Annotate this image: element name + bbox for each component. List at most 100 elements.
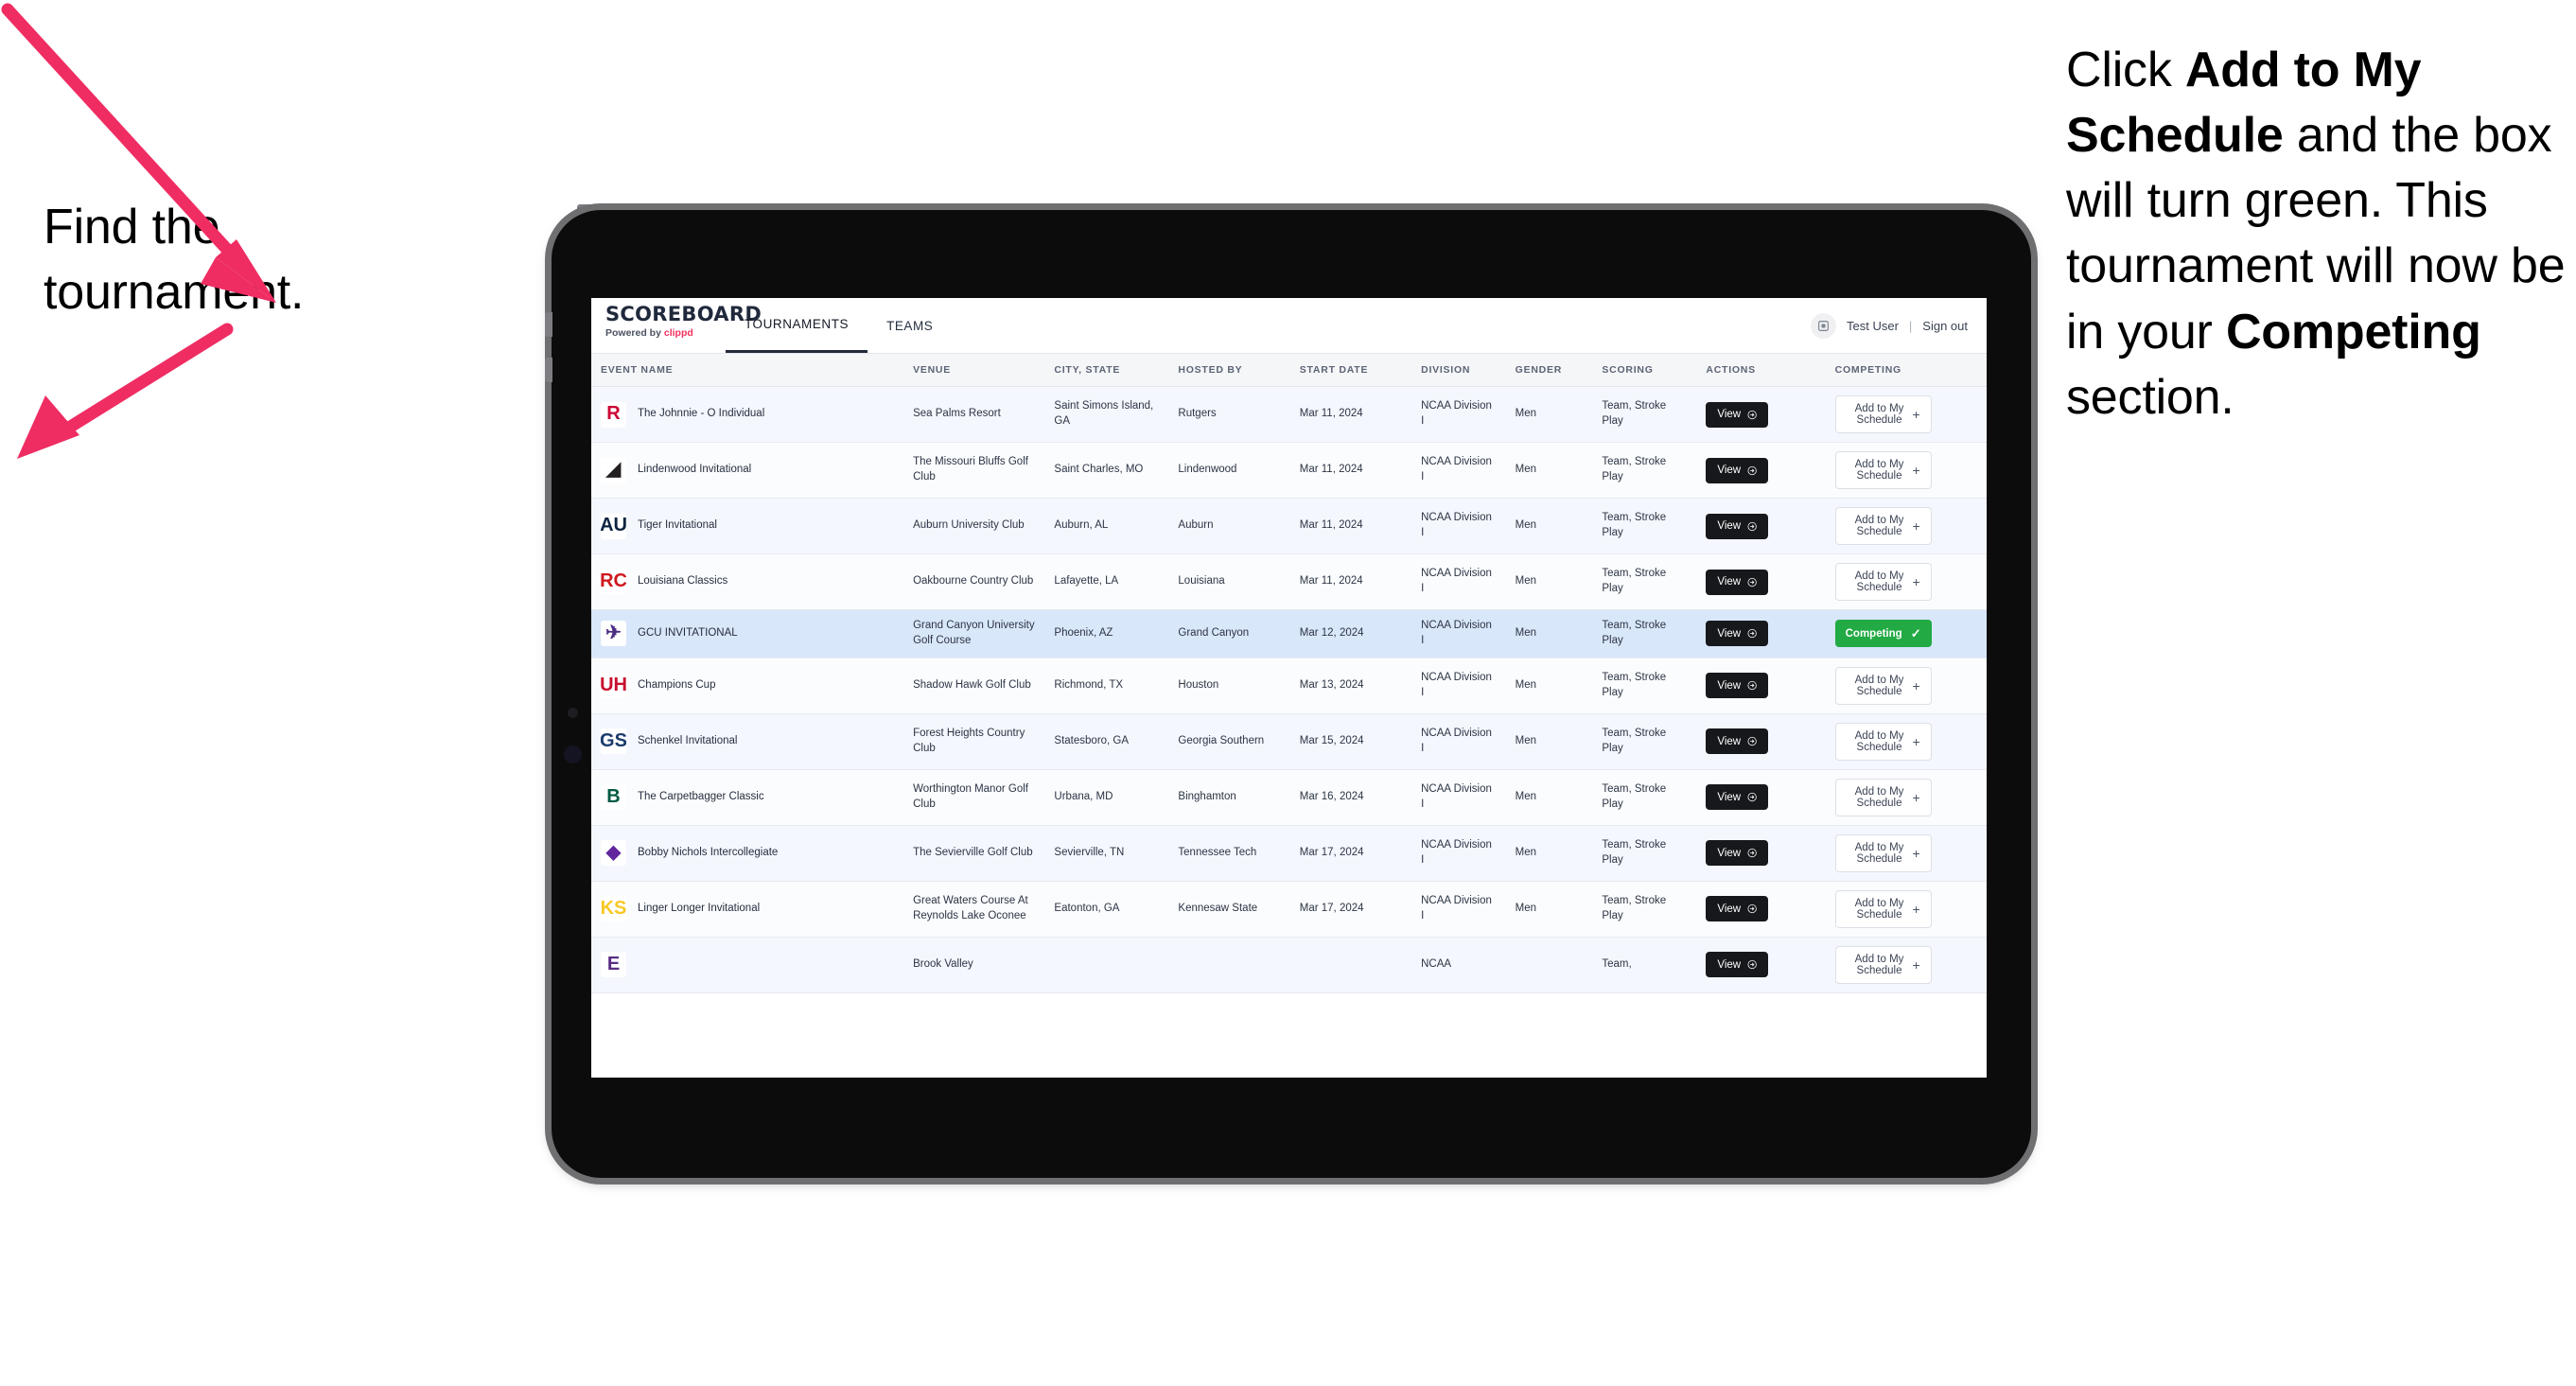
cell-start-date: Mar 11, 2024 bbox=[1289, 498, 1412, 554]
event-name-label: Lindenwood Invitational bbox=[638, 464, 752, 476]
add-to-my-schedule-button[interactable]: Add to My Schedule + bbox=[1834, 833, 1932, 872]
arrow-right-circle-icon bbox=[1747, 465, 1757, 475]
event-cell: UH Champions Cup bbox=[601, 673, 894, 699]
camera-icon bbox=[564, 746, 582, 763]
view-button[interactable]: View bbox=[1706, 952, 1769, 978]
table-row[interactable]: B The Carpetbagger Classic Worthington Man… bbox=[591, 769, 1987, 826]
cell-hosted-by: Louisiana bbox=[1168, 553, 1290, 610]
view-label: View bbox=[1717, 520, 1742, 532]
avatar[interactable] bbox=[1811, 312, 1836, 339]
view-label: View bbox=[1717, 679, 1742, 692]
cell-division: NCAA Division I bbox=[1411, 825, 1506, 882]
column-header-venue[interactable]: VENUE bbox=[903, 354, 1045, 387]
table-row[interactable]: UH Champions Cup Shadow Hawk Golf Club Rich… bbox=[591, 658, 1987, 714]
column-header-city-state[interactable]: CITY, STATE bbox=[1044, 354, 1169, 387]
view-button[interactable]: View bbox=[1706, 673, 1769, 699]
cell-start-date: Mar 17, 2024 bbox=[1289, 825, 1412, 882]
column-header-division[interactable]: DIVISION bbox=[1411, 354, 1506, 387]
side-button-1[interactable] bbox=[545, 312, 552, 337]
event-name-label: The Johnnie - O Individual bbox=[638, 408, 765, 420]
cell-hosted-by: Kennesaw State bbox=[1168, 881, 1290, 938]
brand-logo[interactable]: SCOREBOARD Powered by clippd bbox=[591, 298, 762, 353]
event-name-label: Tiger Invitational bbox=[638, 519, 717, 532]
annotation-left-line1: Find the bbox=[44, 200, 220, 254]
view-button[interactable]: View bbox=[1706, 728, 1769, 755]
add-to-my-schedule-button[interactable]: Add to My Schedule + bbox=[1834, 507, 1932, 545]
cell-actions: View bbox=[1696, 386, 1826, 443]
view-button[interactable]: View bbox=[1706, 896, 1769, 922]
cell-event-name: RC Louisiana Classics bbox=[591, 553, 904, 610]
cell-city-state bbox=[1044, 937, 1169, 993]
view-button[interactable]: View bbox=[1706, 513, 1769, 539]
column-header-competing: COMPETING bbox=[1825, 354, 1987, 387]
sign-out-link[interactable]: Sign out bbox=[1922, 319, 1968, 333]
team-logo-icon: E bbox=[601, 952, 626, 978]
column-header-scoring[interactable]: SCORING bbox=[1592, 354, 1697, 387]
column-header-hosted-by[interactable]: HOSTED BY bbox=[1168, 354, 1290, 387]
arrow-right-circle-icon bbox=[1747, 410, 1757, 419]
cell-actions: View bbox=[1696, 825, 1826, 882]
cell-event-name: B The Carpetbagger Classic bbox=[591, 769, 904, 826]
view-button[interactable]: View bbox=[1706, 457, 1769, 483]
column-header-start-date[interactable]: START DATE bbox=[1289, 354, 1412, 387]
add-to-my-schedule-button[interactable]: Add to My Schedule + bbox=[1834, 722, 1932, 761]
cell-event-name: ◢ Lindenwood Invitational bbox=[591, 442, 904, 499]
view-label: View bbox=[1717, 627, 1742, 640]
add-to-my-schedule-button[interactable]: Add to My Schedule + bbox=[1834, 889, 1932, 928]
cell-competing: Add to My Schedule + bbox=[1825, 825, 1987, 882]
table-row[interactable]: GS Schenkel Invitational Forest Heights Co… bbox=[591, 713, 1987, 770]
cell-city-state: Richmond, TX bbox=[1044, 658, 1169, 714]
table-row[interactable]: ✈ GCU INVITATIONAL Grand Canyon University… bbox=[591, 609, 1987, 658]
event-name-label: Louisiana Classics bbox=[638, 575, 728, 588]
table-row[interactable]: R The Johnnie - O Individual Sea Palms Res… bbox=[591, 386, 1987, 443]
cell-event-name: R The Johnnie - O Individual bbox=[591, 386, 904, 443]
add-label: Add to My Schedule bbox=[1854, 953, 1904, 976]
add-label: Add to My Schedule bbox=[1854, 403, 1904, 426]
cell-gender: Men bbox=[1505, 881, 1593, 938]
cell-event-name: AU Tiger Invitational bbox=[591, 498, 904, 554]
add-to-my-schedule-button[interactable]: Add to My Schedule + bbox=[1834, 563, 1932, 601]
table-row[interactable]: ◢ Lindenwood Invitational The Missouri Blu… bbox=[591, 442, 1987, 499]
add-to-my-schedule-button[interactable]: Add to My Schedule + bbox=[1834, 451, 1932, 489]
cell-division: NCAA Division I bbox=[1411, 881, 1506, 938]
table-row[interactable]: ◆ Bobby Nichols Intercollegiate The Sevier… bbox=[591, 825, 1987, 882]
view-button[interactable]: View bbox=[1706, 784, 1769, 811]
column-header-event-name[interactable]: EVENT NAME bbox=[591, 354, 904, 387]
table-row[interactable]: AU Tiger Invitational Auburn University Cl… bbox=[591, 498, 1987, 554]
sensor-dot-icon bbox=[568, 708, 578, 718]
cell-venue: The Sevierville Golf Club bbox=[903, 825, 1045, 882]
tab-tournaments[interactable]: TOURNAMENTS bbox=[726, 298, 868, 353]
event-name-label: Champions Cup bbox=[638, 678, 716, 691]
annotation-left-line2: tournament. bbox=[44, 264, 305, 320]
add-to-my-schedule-button[interactable]: Add to My Schedule + bbox=[1834, 778, 1932, 816]
table-row[interactable]: RC Louisiana Classics Oakbourne Country Cl… bbox=[591, 553, 1987, 610]
cell-scoring: Team, Stroke Play bbox=[1592, 825, 1697, 882]
view-button[interactable]: View bbox=[1706, 401, 1769, 428]
table-header: EVENT NAME VENUE CITY, STATE HOSTED BY S… bbox=[591, 354, 1987, 387]
add-to-my-schedule-button[interactable]: Add to My Schedule + bbox=[1834, 395, 1932, 433]
view-button[interactable]: View bbox=[1706, 569, 1769, 595]
brand-powered-pre: Powered by bbox=[605, 327, 664, 339]
table-row[interactable]: E Brook Valley NCAA Team, View Add to My Sche… bbox=[591, 937, 1987, 993]
view-button[interactable]: View bbox=[1706, 621, 1769, 647]
view-label: View bbox=[1717, 409, 1742, 420]
cell-division: NCAA Division I bbox=[1411, 769, 1506, 826]
cell-division: NCAA Division I bbox=[1411, 386, 1506, 443]
competing-button[interactable]: Competing ✓ bbox=[1834, 620, 1932, 648]
cell-hosted-by: Lindenwood bbox=[1168, 442, 1290, 499]
add-to-my-schedule-button[interactable]: Add to My Schedule + bbox=[1834, 945, 1932, 984]
view-button[interactable]: View bbox=[1706, 840, 1769, 867]
cell-venue: Grand Canyon University Golf Course bbox=[903, 609, 1045, 658]
cell-city-state: Lafayette, LA bbox=[1044, 553, 1169, 610]
column-header-gender[interactable]: GENDER bbox=[1505, 354, 1593, 387]
event-cell: KS Linger Longer Invitational bbox=[601, 896, 894, 922]
tab-teams[interactable]: TEAMS bbox=[867, 298, 952, 353]
side-button-2[interactable] bbox=[545, 358, 552, 382]
table-row[interactable]: KS Linger Longer Invitational Great Waters… bbox=[591, 881, 1987, 938]
cell-hosted-by: Houston bbox=[1168, 658, 1290, 714]
plus-icon: + bbox=[1912, 789, 1920, 805]
cell-gender: Men bbox=[1505, 825, 1593, 882]
team-logo-icon: UH bbox=[601, 673, 626, 699]
annotation-right-post: section. bbox=[2066, 369, 2234, 425]
add-to-my-schedule-button[interactable]: Add to My Schedule + bbox=[1834, 666, 1932, 705]
